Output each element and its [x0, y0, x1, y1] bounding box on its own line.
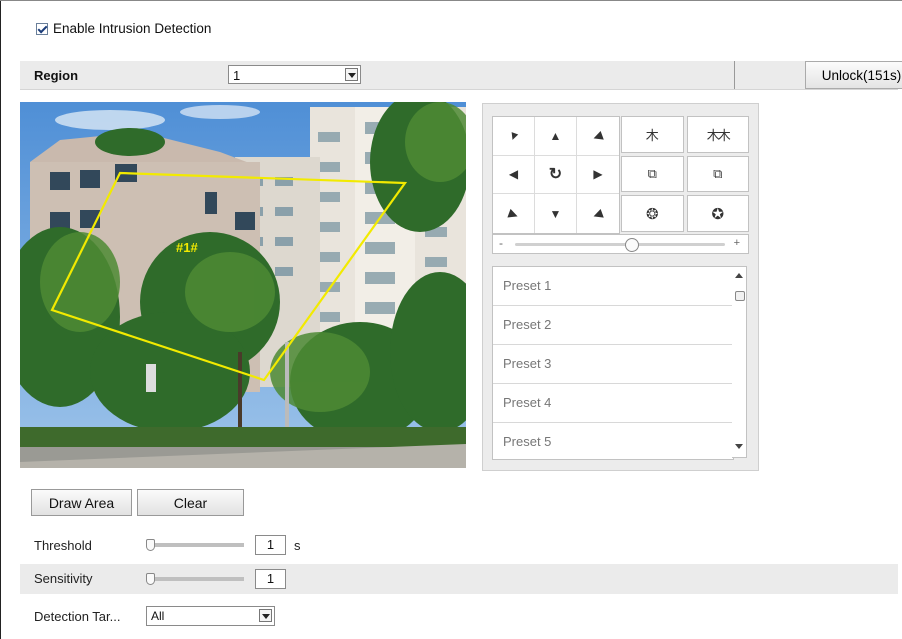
video-frame [20, 102, 466, 468]
focus-near-button[interactable]: ⧉ [621, 155, 684, 193]
draw-area-button[interactable]: Draw Area [31, 489, 132, 516]
ptz-down-left-button[interactable]: ▶ [493, 194, 535, 233]
ptz-up-right-button[interactable]: ◀ [577, 117, 619, 156]
speed-plus-label: + [733, 237, 740, 249]
zoom-out-button[interactable]: ⽊⽊ [686, 116, 749, 153]
speed-knob[interactable] [624, 238, 639, 252]
ptz-left-button[interactable]: ◀ [493, 155, 535, 195]
threshold-slider[interactable] [146, 539, 246, 551]
page-frame-left [0, 0, 1, 639]
zoom-in-button[interactable]: ⽊ [621, 116, 684, 153]
chevron-down-icon[interactable] [259, 609, 272, 622]
arrow-left-icon: ◀ [508, 167, 519, 182]
detection-target-label: Detection Tar... [34, 609, 121, 624]
preset-scrollbar[interactable] [732, 266, 747, 458]
region-label: Region [34, 68, 79, 83]
enable-intrusion-label: Enable Intrusion Detection [53, 21, 212, 36]
preset-list: Preset 1 Preset 2 Preset 3 Preset 4 Pres… [492, 266, 734, 460]
ptz-direction-pad: ▼ ▲ ◀ ◀ ↻ ▶ ▶ ▼ ◀ [492, 116, 620, 234]
sensitivity-knob[interactable] [146, 573, 155, 585]
sensitivity-input[interactable]: 1 [255, 569, 286, 589]
rotate-icon: ↻ [548, 166, 563, 184]
threshold-unit: s [294, 538, 301, 553]
chevron-down-icon[interactable] [345, 68, 358, 81]
scroll-thumb[interactable] [735, 291, 745, 301]
arrow-up-icon: ▲ [549, 128, 562, 143]
detection-target-select[interactable]: All [146, 606, 275, 626]
preset-item[interactable]: Preset 4 [493, 384, 733, 423]
detection-area-label: #1# [176, 240, 198, 255]
ptz-up-left-button[interactable]: ▼ [493, 117, 535, 156]
iris-open-icon: ❂ [645, 205, 659, 223]
video-preview[interactable]: #1# [20, 102, 466, 468]
clear-button[interactable]: Clear [137, 489, 244, 516]
threshold-knob[interactable] [146, 539, 155, 551]
arrow-right-icon: ▶ [593, 167, 603, 182]
preset-item[interactable]: Preset 5 [493, 423, 733, 459]
enable-intrusion-row[interactable]: Enable Intrusion Detection [36, 21, 211, 36]
ptz-speed-slider[interactable]: - + [492, 234, 749, 254]
sensitivity-track[interactable] [150, 577, 244, 581]
detection-target-value: All [151, 609, 165, 623]
threshold-track[interactable] [150, 543, 244, 547]
ptz-control-panel: ▼ ▲ ◀ ◀ ↻ ▶ ▶ ▼ ◀ ⽊ ⽊⽊ ⧉ ⧉ ❂ ✪ - + Prese… [482, 103, 759, 471]
iris-open-button[interactable]: ❂ [621, 195, 684, 232]
preset-item[interactable]: Preset 1 [493, 267, 733, 306]
arrow-down-left-icon: ▶ [506, 205, 521, 222]
zoom-in-icon: ⽊ [645, 127, 659, 143]
ptz-down-right-button[interactable]: ◀ [577, 194, 619, 233]
region-bar: Region 1 Unlock(151s) [20, 61, 902, 90]
ptz-right-button[interactable]: ▶ [577, 156, 619, 195]
region-select-value: 1 [233, 68, 241, 83]
threshold-input[interactable]: 1 [255, 535, 286, 555]
focus-near-icon: ⧉ [647, 165, 657, 181]
sensitivity-slider[interactable] [146, 573, 246, 585]
zoom-out-icon: ⽊⽊ [706, 127, 731, 143]
scroll-up-icon[interactable] [735, 273, 743, 278]
sensitivity-label: Sensitivity [34, 571, 93, 586]
focus-far-button[interactable]: ⧉ [686, 155, 749, 193]
scroll-down-icon[interactable] [735, 444, 743, 449]
arrow-down-icon: ▼ [549, 206, 562, 221]
threshold-label: Threshold [34, 538, 92, 553]
arrow-up-right-icon: ◀ [591, 127, 605, 144]
focus-far-icon: ⧉ [713, 165, 723, 181]
unlock-button[interactable]: Unlock(151s) [805, 61, 902, 89]
arrow-down-right-icon: ◀ [591, 205, 605, 222]
region-separator [734, 61, 735, 89]
speed-track[interactable] [515, 243, 725, 246]
preset-item[interactable]: Preset 2 [493, 306, 733, 345]
iris-close-button[interactable]: ✪ [686, 195, 749, 232]
ptz-lens-buttons: ⽊ ⽊⽊ ⧉ ⧉ ❂ ✪ [621, 116, 749, 232]
page-frame-top [0, 0, 902, 1]
preset-item[interactable]: Preset 3 [493, 345, 733, 384]
ptz-auto-button[interactable]: ↻ [535, 155, 577, 195]
speed-minus-label: - [499, 236, 503, 250]
ptz-down-button[interactable]: ▼ [535, 194, 577, 233]
ptz-up-button[interactable]: ▲ [535, 117, 577, 156]
enable-intrusion-checkbox[interactable] [36, 22, 48, 35]
arrow-up-left-icon: ▼ [505, 127, 522, 145]
iris-close-icon: ✪ [711, 205, 725, 223]
region-select[interactable]: 1 [228, 65, 361, 84]
